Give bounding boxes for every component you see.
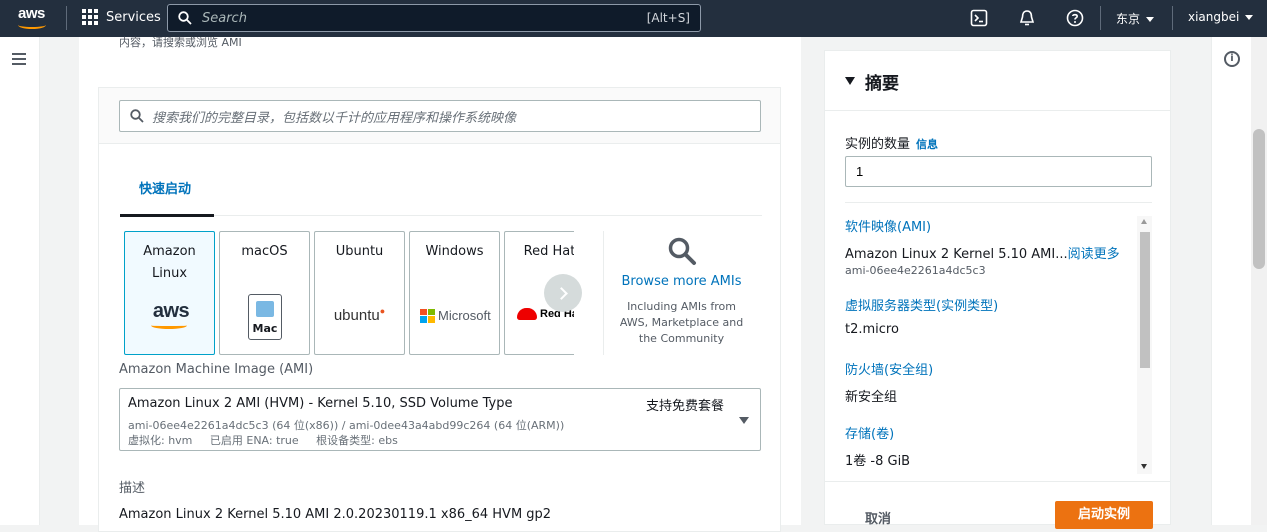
free-tier-badge: 支持免费套餐 (646, 399, 725, 414)
microsoft-logo: Microsoft (420, 308, 491, 323)
browse-more-amis[interactable]: Browse more AMIs Including AMIs from AWS… (614, 236, 749, 347)
summary-firewall-value: 新安全组 (845, 390, 898, 405)
summary-instance-type-link[interactable]: 虚拟服务器类型(实例类型) (845, 295, 998, 314)
page-scrollbar[interactable] (1251, 37, 1267, 525)
browse-more-description: Including AMIs from AWS, Marketplace and… (619, 300, 744, 345)
instance-count-label: 实例的数量 信息 (845, 137, 939, 152)
ami-select-dropdown[interactable]: Amazon Linux 2 AMI (HVM) - Kernel 5.10, … (119, 388, 761, 451)
ubuntu-logo: ubuntu● (333, 306, 386, 324)
section-intro-text: 内容，请搜索或浏览 AMI (119, 36, 242, 49)
summary-storage-value: 1卷 -8 GiB (845, 454, 911, 469)
ami-catalog-container: 搜索我们的完整目录，包括数以千计的应用程序和操作系统映像 快速启动 Amazon… (98, 87, 781, 532)
tile-windows[interactable]: Windows Microsoft (409, 231, 500, 355)
summary-details-scroll: 软件映像(AMI) Amazon Linux 2 Kernel 5.10 AMI… (845, 216, 1153, 474)
description-label: 描述 (119, 481, 146, 496)
summary-ami-value: Amazon Linux 2 Kernel 5.10 AMI...阅读更多 (845, 247, 1120, 262)
help-icon[interactable] (1066, 9, 1084, 27)
tab-quick-start[interactable]: 快速启动 (139, 178, 191, 197)
summary-firewall-link[interactable]: 防火墙(安全组) (845, 359, 933, 378)
ami-search-header: 搜索我们的完整目录，包括数以千计的应用程序和操作系统映像 (99, 88, 780, 144)
global-search-input[interactable]: Search [Alt+S] (167, 4, 701, 32)
info-link[interactable]: 信息 (916, 138, 938, 151)
left-rail (0, 37, 40, 525)
magnifier-icon (667, 236, 697, 266)
bell-icon[interactable] (1018, 9, 1036, 27)
tile-amazon-linux[interactable]: Amazon Linux aws (124, 231, 215, 355)
right-rail: i (1211, 37, 1251, 525)
caret-down-icon (845, 77, 855, 85)
aws-logo: aws (147, 300, 195, 329)
caret-down-icon (1146, 17, 1155, 22)
ami-os-tiles: Amazon Linux aws macOS Mac Ubuntu ubuntu… (124, 231, 574, 356)
region-selector[interactable]: 东京 (1116, 10, 1155, 27)
chevron-right-icon (554, 286, 568, 300)
account-menu[interactable]: xiangbei (1188, 10, 1254, 24)
summary-storage-link[interactable]: 存储(卷) (845, 423, 894, 442)
carousel-next-button[interactable] (544, 274, 582, 312)
instance-count-input[interactable] (845, 156, 1152, 187)
browse-more-amis-link[interactable]: Browse more AMIs (614, 274, 749, 289)
launch-main-panel: 内容，请搜索或浏览 AMI 搜索我们的完整目录，包括数以千计的应用程序和操作系统… (79, 36, 801, 532)
caret-down-icon (739, 417, 749, 424)
ami-field-label: Amazon Machine Image (AMI) (119, 362, 314, 377)
caret-down-icon (1245, 15, 1254, 20)
grid-icon (82, 9, 98, 25)
services-menu-button[interactable]: Services (82, 9, 161, 25)
cancel-button[interactable]: 取消 (865, 508, 891, 527)
cloudshell-icon[interactable] (970, 9, 988, 27)
tile-ubuntu[interactable]: Ubuntu ubuntu● (314, 231, 405, 355)
menu-icon[interactable] (12, 53, 26, 65)
tile-macos[interactable]: macOS Mac (219, 231, 310, 355)
mac-finder-icon: Mac (248, 294, 282, 340)
summary-ami-link[interactable]: 软件映像(AMI) (845, 216, 931, 235)
summary-scrollbar[interactable] (1137, 216, 1152, 474)
info-icon[interactable]: i (1224, 51, 1240, 67)
summary-ami-id: ami-06ee4e2261a4dc5c3 (845, 264, 986, 277)
summary-header[interactable]: 摘要 (825, 51, 1170, 111)
summary-panel: 摘要 实例的数量信息 软件映像(AMI) Amazon Linux 2 Kern… (824, 50, 1171, 529)
description-value: Amazon Linux 2 Kernel 5.10 AMI 2.0.20230… (119, 507, 552, 522)
search-icon (130, 109, 144, 123)
summary-title: 摘要 (865, 74, 899, 94)
read-more-link[interactable]: 阅读更多 (1068, 247, 1120, 262)
aws-logo[interactable]: aws (16, 5, 50, 31)
ami-search-input[interactable]: 搜索我们的完整目录，包括数以千计的应用程序和操作系统映像 (119, 100, 761, 132)
search-icon (178, 11, 192, 25)
top-navigation-bar: aws Services Search [Alt+S] 东京 xiangbei (0, 0, 1267, 37)
summary-instance-type-value: t2.micro (845, 322, 899, 337)
